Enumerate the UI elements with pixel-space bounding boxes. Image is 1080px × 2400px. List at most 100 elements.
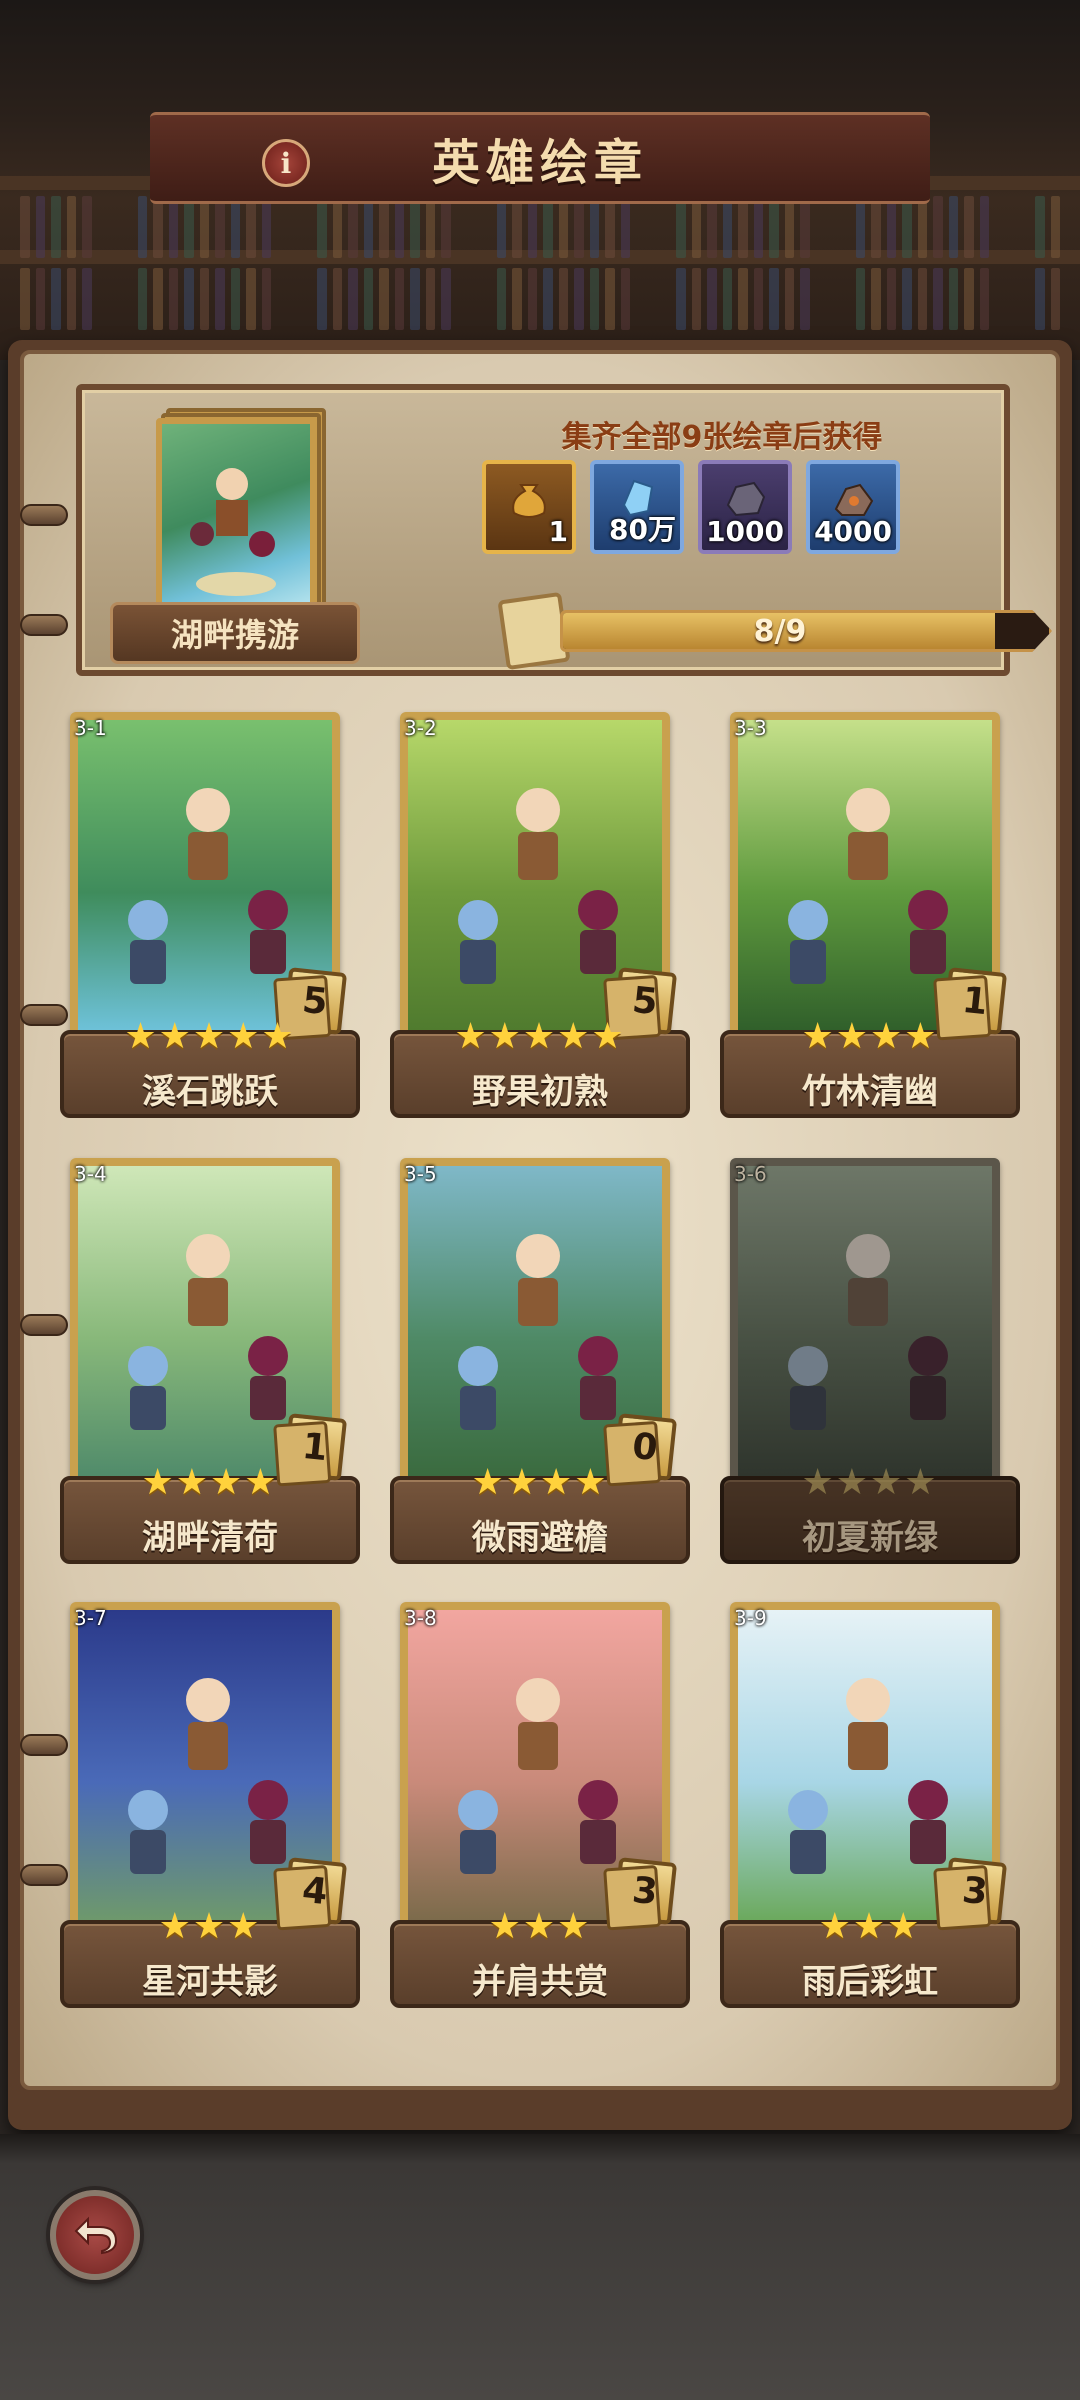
shelf-book: [317, 196, 327, 258]
picture-card[interactable]: 3-3 1 ★★★★ 竹林清幽: [720, 712, 1030, 1132]
picture-card[interactable]: 3-4 1 ★★★★ 湖畔清荷: [60, 1158, 370, 1578]
info-icon[interactable]: i: [262, 139, 310, 187]
card-number: 3-9: [734, 1606, 767, 1630]
star-rating: ★★★★★: [454, 1016, 626, 1057]
picture-card[interactable]: 3-7 4 ★★★ 星河共影: [60, 1602, 370, 2022]
back-arrow-icon: [74, 2216, 118, 2255]
card-number: 3-2: [404, 716, 437, 740]
shelf-book: [348, 268, 358, 330]
shelf-book: [707, 268, 717, 330]
shelf-book: [66, 268, 76, 330]
shelf-book: [769, 196, 779, 258]
shelf-book: [979, 196, 989, 258]
shelf-book: [707, 196, 717, 258]
card-title: 雨后彩虹: [802, 1962, 938, 2002]
shelf-book: [261, 196, 271, 258]
shelf-book: [230, 268, 240, 330]
shelf-book: [605, 196, 615, 258]
card-number: 3-8: [404, 1606, 437, 1630]
star-rating: ★★★: [158, 1906, 262, 1947]
shelf-book: [722, 268, 732, 330]
shelf-book: [769, 268, 779, 330]
shelf-book: [964, 196, 974, 258]
shelf-book: [261, 268, 271, 330]
reward-item[interactable]: 4000: [806, 460, 900, 554]
card-artwork: [730, 1158, 1000, 1488]
progress-text: 8/9: [753, 613, 807, 649]
star-rating: ★★★★: [801, 1462, 939, 1503]
shelf-book: [784, 268, 794, 330]
shelf-book: [527, 268, 537, 330]
back-button[interactable]: [50, 2190, 140, 2280]
shelf-book: [496, 268, 506, 330]
reward-item[interactable]: 80万: [590, 460, 684, 554]
picture-card[interactable]: 3-8 3 ★★★ 并肩共赏: [390, 1602, 700, 2022]
picture-card[interactable]: 3-1 5 ★★★★★ 溪石跳跃: [60, 712, 370, 1132]
shelf-book: [527, 196, 537, 258]
shelf-book: [1035, 196, 1045, 258]
binder-ring: [20, 614, 68, 636]
picture-card[interactable]: 3-5 0 ★★★★ 微雨避檐: [390, 1158, 700, 1578]
reward-items: 1 80万 1000 4000: [482, 460, 900, 554]
shelf-book: [35, 268, 45, 330]
shelf-book: [855, 196, 865, 258]
shelf-book: [51, 196, 61, 258]
shelf-book: [871, 196, 881, 258]
shelf-book: [558, 268, 568, 330]
shelf-book: [620, 196, 630, 258]
reward-item[interactable]: 1000: [698, 460, 792, 554]
shelf-book: [363, 196, 373, 258]
shelf-book: [543, 196, 553, 258]
shelf-book: [871, 268, 881, 330]
shelf-book: [1050, 196, 1060, 258]
picture-card[interactable]: 3-2 5 ★★★★★ 野果初熟: [390, 712, 700, 1132]
shelf-book: [589, 268, 599, 330]
card-title: 初夏新绿: [802, 1518, 938, 1558]
shelf-book: [964, 268, 974, 330]
star-rating: ★★★★: [471, 1462, 609, 1503]
shelf-book: [855, 268, 865, 330]
shelf-book: [82, 196, 92, 258]
shelf-book: [917, 196, 927, 258]
star-rating: ★★★★: [801, 1016, 939, 1057]
collection-reward-panel: 湖畔携游 集齐全部9张绘章后获得 1 80万 1000 4000 8/9: [76, 384, 1052, 676]
collection-name-ribbon: 湖畔携游: [110, 602, 360, 664]
shelf-book: [317, 268, 327, 330]
shelf-book: [184, 196, 194, 258]
card-illustration: [738, 1166, 992, 1480]
shelf-book: [184, 268, 194, 330]
shelf-book: [332, 196, 342, 258]
shelf-book: [902, 196, 912, 258]
shelf-book: [51, 268, 61, 330]
shelf-books: [0, 262, 1080, 332]
shelf-book: [379, 196, 389, 258]
shelf-book: [753, 268, 763, 330]
reward-amount: 1: [548, 515, 568, 548]
card-number: 3-3: [734, 716, 767, 740]
picture-card[interactable]: 3-6 ★★★★ 初夏新绿: [720, 1158, 1030, 1578]
shelf-book: [20, 196, 30, 258]
shelf-book: [753, 196, 763, 258]
shelf-book: [332, 268, 342, 330]
shelf-book: [35, 196, 45, 258]
shelf-book: [199, 196, 209, 258]
shelf-book: [168, 268, 178, 330]
shelf-book: [784, 196, 794, 258]
bottom-bar: [0, 2134, 1080, 2400]
shelf-book: [738, 196, 748, 258]
shelf-book: [348, 196, 358, 258]
reward-item[interactable]: 1: [482, 460, 576, 554]
cover-art: [190, 468, 276, 596]
shelf-book: [886, 196, 896, 258]
shelf-book: [394, 268, 404, 330]
shelf-book: [1050, 268, 1060, 330]
shelf-book: [1035, 268, 1045, 330]
shelf-book: [66, 196, 76, 258]
shelf-book: [979, 268, 989, 330]
reward-amount: 4000: [814, 515, 892, 548]
card-title: 湖畔清荷: [142, 1518, 278, 1558]
shelf-book: [137, 196, 147, 258]
picture-card[interactable]: 3-9 3 ★★★ 雨后彩虹: [720, 1602, 1030, 2022]
star-rating: ★★★★★: [124, 1016, 296, 1057]
collection-card-stack[interactable]: [156, 408, 326, 618]
